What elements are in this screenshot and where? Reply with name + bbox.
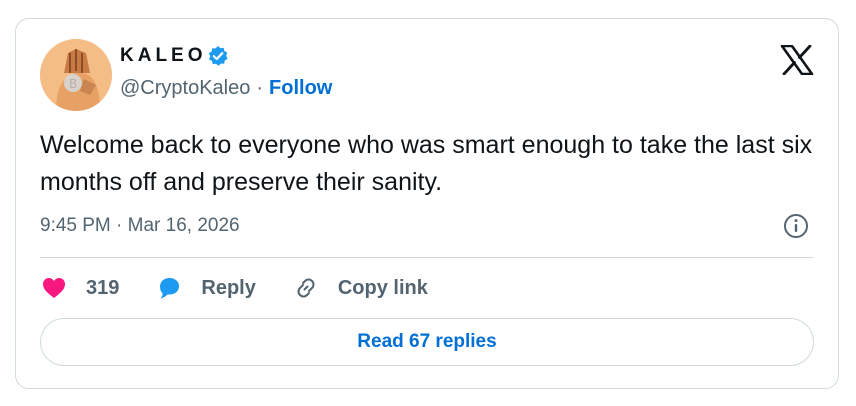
tweet-text: Welcome back to everyone who was smart e…	[40, 131, 813, 196]
action-bar: 319 Reply Copy link	[40, 269, 464, 307]
read-replies-button[interactable]: Read 67 replies	[40, 318, 814, 366]
avatar[interactable]: B	[40, 39, 112, 111]
separator-dot: ·	[256, 77, 264, 99]
like-count: 319	[86, 276, 120, 299]
author-handle-row: @CryptoKaleo · Follow	[120, 77, 332, 100]
author-name-row[interactable]: KALEO	[120, 43, 229, 69]
reply-bubble-icon	[160, 278, 180, 299]
heart-icon	[43, 278, 65, 298]
tweet-timestamp[interactable]: 9:45 PM · Mar 16, 2026	[40, 215, 240, 237]
author-name: KALEO	[120, 45, 207, 66]
info-icon[interactable]	[782, 212, 810, 240]
divider	[40, 257, 814, 258]
x-logo-icon[interactable]	[780, 44, 814, 76]
like-button[interactable]: 319	[40, 274, 119, 302]
reply-button[interactable]: Reply	[155, 274, 256, 302]
svg-text:B: B	[69, 77, 77, 91]
follow-button[interactable]: Follow	[269, 77, 332, 100]
tweet-embed-card: B KALEO @CryptoKaleo · Follow Welcome ba…	[15, 18, 839, 389]
author-handle[interactable]: @CryptoKaleo	[120, 77, 250, 100]
verified-badge-icon	[207, 45, 229, 67]
copy-link-label: Copy link	[337, 276, 428, 299]
reply-label: Reply	[201, 276, 256, 299]
link-icon	[297, 278, 315, 298]
copy-link-button[interactable]: Copy link	[292, 274, 428, 302]
